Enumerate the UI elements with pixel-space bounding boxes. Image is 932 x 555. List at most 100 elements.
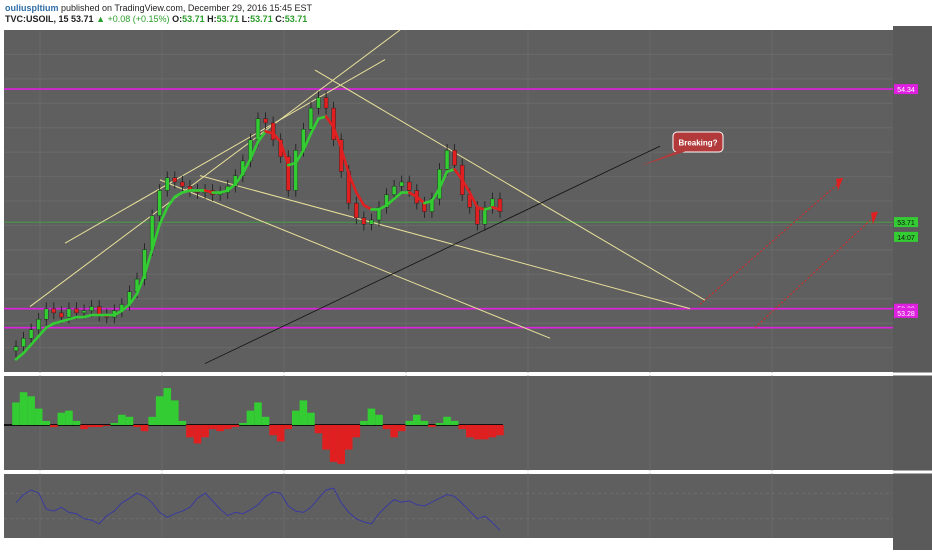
candle-up: [89, 306, 94, 311]
histogram-bar-up: [34, 408, 43, 425]
candle-up: [13, 346, 19, 352]
histogram-bar-up: [299, 400, 308, 425]
histogram-bar-down: [87, 425, 96, 428]
chart-area[interactable]: 54.3453.7114:0753.3053.28Breaking?: [0, 26, 932, 550]
candle-down: [361, 217, 367, 225]
histogram-bar-down: [223, 425, 232, 430]
histogram-bar-down: [50, 425, 58, 428]
candle-down: [74, 308, 79, 314]
candle-down: [452, 150, 457, 166]
price-chart[interactable]: 54.3453.7114:0753.3053.28Breaking?: [0, 26, 932, 550]
candle-up: [369, 219, 374, 225]
histogram-bar-up: [292, 410, 300, 425]
open-label: O:: [172, 14, 183, 24]
histogram-bar-up: [171, 400, 179, 425]
histogram-bar-up: [420, 420, 429, 425]
histogram-bar-down: [337, 425, 345, 464]
histogram-bar-up: [19, 392, 28, 425]
candle-up: [444, 150, 450, 170]
histogram-bar-down: [284, 425, 293, 430]
histogram-bar-up: [246, 410, 255, 425]
histogram-bar-up: [367, 408, 376, 425]
last-price: 53.71: [71, 14, 94, 24]
histogram-bar-up: [435, 422, 444, 425]
candle-up: [293, 150, 299, 191]
low-value: 53.71: [250, 14, 273, 24]
candle-down: [270, 122, 276, 140]
candle-up: [21, 338, 26, 347]
histogram-bar-down: [428, 425, 436, 428]
symbol-line: TVC:USOIL, 15 53.71 ▲ +0.08 (+0.15%) O:5…: [5, 14, 307, 24]
candle-up: [165, 177, 170, 191]
histogram-bar-up: [148, 416, 156, 425]
candle-down: [354, 202, 359, 219]
histogram-bar-up: [254, 402, 262, 425]
histogram-bar-down: [397, 425, 406, 432]
candle-up: [28, 329, 34, 339]
candle-up: [36, 319, 41, 330]
histogram-bar-up: [65, 410, 73, 425]
histogram-bar-down: [473, 425, 482, 440]
publish-line: ouliuspltium published on TradingView.co…: [5, 3, 312, 13]
histogram-bar-down: [201, 425, 209, 438]
histogram-bar-down: [133, 425, 141, 428]
histogram-bar-down: [102, 425, 111, 426]
price-label: 53.71: [897, 220, 915, 227]
price-label: 54.34: [897, 87, 915, 94]
histogram-bar-up: [42, 420, 51, 425]
histogram-bar-down: [481, 425, 489, 440]
histogram-bar-up: [443, 416, 451, 425]
histogram-bar-down: [208, 425, 217, 430]
histogram-bar-down: [322, 425, 330, 450]
histogram-bar-up: [360, 420, 368, 425]
low-label: L:: [241, 14, 251, 24]
histogram-bar-up: [57, 412, 66, 425]
histogram-bar-up: [307, 412, 315, 425]
close-label: C:: [275, 14, 285, 24]
histogram-bar-up: [163, 388, 172, 425]
candle-up: [81, 310, 87, 314]
histogram-bar-down: [458, 425, 466, 430]
histogram-bar-down: [269, 425, 277, 436]
candle-down: [180, 181, 185, 187]
histogram-bar-down: [344, 425, 353, 450]
price-label: 14:07: [897, 235, 915, 242]
histogram-bar-up: [375, 414, 383, 425]
candle-up: [44, 308, 49, 320]
histogram-bar-down: [80, 425, 88, 430]
candle-up: [316, 97, 321, 109]
histogram-bar-up: [12, 402, 20, 425]
annotation-text: Breaking?: [678, 139, 717, 148]
histogram-bar-down: [231, 425, 240, 428]
high-label: H:: [207, 14, 217, 24]
symbol-name: TVC:USOIL, 15: [5, 14, 69, 24]
close-value: 53.71: [284, 14, 308, 24]
candle-up: [399, 181, 404, 187]
histogram-bar-up: [405, 420, 414, 425]
up-arrow-icon: ▲: [96, 14, 105, 24]
candle-up: [308, 107, 314, 130]
candle-down: [51, 308, 57, 314]
histogram-bar-up: [239, 422, 247, 425]
candle-down: [59, 312, 64, 318]
histogram-bar-down: [314, 425, 323, 434]
histogram-bar-down: [216, 425, 224, 432]
author-link[interactable]: ouliuspltium: [5, 3, 59, 13]
histogram-bar-down: [390, 425, 398, 438]
histogram-bar-down: [276, 425, 285, 442]
histogram-bar-down: [95, 425, 103, 428]
histogram-bar-up: [27, 396, 35, 425]
candle-up: [391, 186, 397, 195]
candle-down: [323, 97, 329, 109]
open-value: 53.71: [182, 14, 205, 24]
histogram-bar-down: [488, 425, 497, 438]
histogram-bar-up: [118, 414, 126, 425]
chart-header: ouliuspltium published on TradingView.co…: [0, 0, 932, 26]
histogram-bar-up: [125, 416, 134, 425]
candle-down: [263, 118, 268, 124]
candle-up: [66, 308, 72, 318]
publish-info: published on TradingView.com, December 2…: [61, 3, 313, 13]
histogram-bar-down: [186, 425, 194, 438]
candle-down: [475, 207, 480, 225]
histogram-bar-up: [413, 414, 421, 425]
